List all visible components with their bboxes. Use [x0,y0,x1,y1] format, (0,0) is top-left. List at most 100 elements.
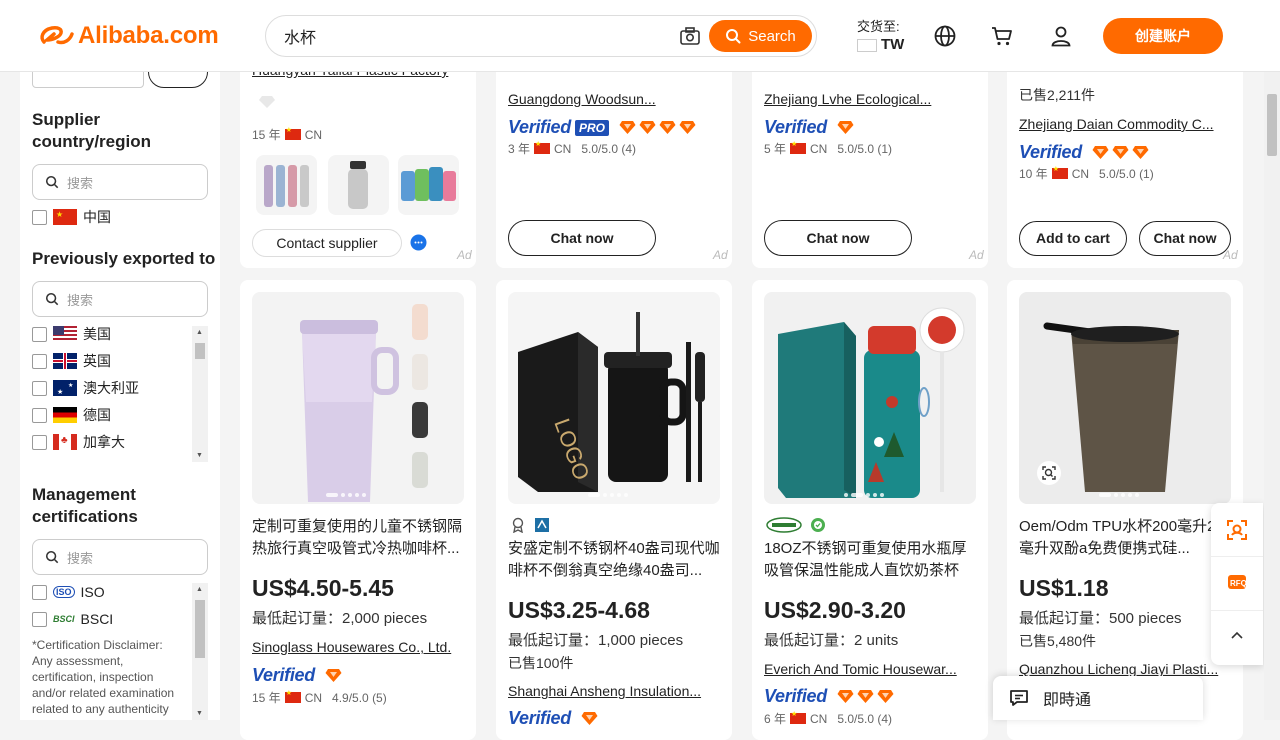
checkbox[interactable] [32,584,47,600]
supplier-link[interactable]: Zhejiang Lvhe Ecological... [764,91,974,107]
create-account-button[interactable]: 创建账户 [1103,18,1223,54]
search-input[interactable] [284,24,664,48]
certification-logo-icon [766,517,802,533]
checkbox[interactable] [32,380,47,396]
filter-option-bsci[interactable]: BSCI BSCI [32,609,113,629]
checkbox[interactable] [32,611,47,627]
verified-text-icon: Verified [508,117,571,137]
visual-search-icon[interactable] [1037,461,1061,485]
search-button[interactable]: Search [709,20,812,52]
product-card[interactable]: LOGO 安盛定制不锈钢杯40盎司现代咖啡杯不倒翁真空绝缘40盎司... US$… [496,280,732,740]
product-card[interactable]: Zhejiang Lvhe Ecological... Verified 5 年… [752,40,988,268]
supplier-link[interactable]: Quanzhou Licheng Jiayi Plasti... [1019,661,1233,677]
supplier-region-search[interactable]: 搜索 [32,164,208,200]
user-icon[interactable] [1049,24,1073,48]
product-card[interactable]: 已售2,211件 Zhejiang Daian Commodity C... V… [1007,40,1243,268]
diamond-icon [619,121,636,134]
cn-flag-icon [284,689,301,703]
verified-text-icon: Verified [508,708,571,728]
supplier-link[interactable]: Zhejiang Daian Commodity C... [1019,116,1229,132]
filter-option-label: 英国 [83,353,111,369]
rfq-icon[interactable]: RFQ [1225,570,1249,594]
instant-messenger-widget[interactable]: 即時通 [993,676,1203,720]
checkbox[interactable] [32,434,47,450]
iso-logo-icon: ISO [53,586,75,598]
exported-to-scrollbar[interactable]: ▲ ▼ [192,326,208,462]
supplier-link[interactable]: Shanghai Ansheng Insulation... [508,683,722,699]
verified-text-icon: Verified [1019,142,1082,162]
product-card[interactable]: Guangdong Woodsun... VerifiedPRO 3 年CN5.… [496,40,732,268]
certifications-scrollbar[interactable]: ▲ ▼ [192,583,208,720]
search-placeholder: 搜索 [67,292,94,308]
chat-now-button[interactable]: Chat now [764,220,912,256]
pro-badge-icon: PRO [574,119,609,136]
product-title[interactable]: 安盛定制不锈钢杯40盎司现代咖啡杯不倒翁真空绝缘40盎司... [508,538,722,582]
contact-supplier-button[interactable]: Contact supplier [252,229,402,257]
filter-option-label: BSCI [80,611,114,627]
product-card[interactable]: 18OZ不锈钢可重复使用水瓶厚吸管保温性能成人直饮奶茶杯 US$2.90-3.2… [752,280,988,740]
back-to-top-icon[interactable] [1229,627,1245,643]
checkbox[interactable] [32,326,47,342]
thumbnail-image[interactable] [398,155,459,215]
floating-tools-panel: RFQ [1211,503,1263,665]
ad-label: Ad [1223,248,1238,262]
chat-now-button[interactable]: Chat now [508,220,656,256]
chat-now-button[interactable]: Chat now [1139,221,1231,256]
product-title[interactable]: Oem/Odm TPU水杯200毫升250毫升双酚a免费便携式硅... [1019,516,1233,560]
supplier-link[interactable]: Sinoglass Housewares Co., Ltd. [252,639,466,655]
product-price: US$1.18 [1019,575,1109,601]
min-order-input[interactable] [32,72,144,88]
search-placeholder: 搜索 [67,175,94,191]
min-order-quantity: 最低起订量：500 pieces [1019,610,1182,627]
verified-text-icon: Verified [252,665,315,685]
filter-option-germany[interactable]: 德国 [32,405,111,425]
alibaba-logo[interactable]: Alibaba.com [38,22,219,50]
filter-option-iso[interactable]: ISO ISO [32,582,105,602]
product-image[interactable] [252,292,464,504]
diamond-icon [877,690,894,703]
certifications-search[interactable]: 搜索 [32,539,208,575]
product-title[interactable]: 定制可重复使用的儿童不锈钢隔热旅行真空吸管式冷热咖啡杯... [252,516,466,560]
image-scan-icon[interactable] [1225,518,1249,542]
thumbnail-image[interactable] [328,155,389,215]
verified-badge: Verified PRO [508,117,696,138]
add-to-cart-button[interactable]: Add to cart [1019,221,1127,256]
checkbox[interactable] [32,407,47,423]
product-image[interactable]: LOGO [508,292,720,504]
filter-option-us[interactable]: 美国 [32,324,111,344]
product-card[interactable]: Oem/Odm TPU水杯200毫升250毫升双酚a免费便携式硅... US$1… [1007,280,1243,740]
page-scrollbar[interactable] [1264,72,1280,720]
product-card[interactable]: 定制可重复使用的儿童不锈钢隔热旅行真空吸管式冷热咖啡杯... US$4.50-5… [240,280,476,740]
filter-sidebar: Supplier country/region 搜索 ★ 中国 Previousl… [20,72,220,720]
globe-icon[interactable] [933,24,957,48]
min-order-quantity: 最低起订量：2 units [764,632,899,649]
product-image[interactable] [764,292,976,504]
checkbox[interactable] [32,209,47,225]
diamond-icon [1112,146,1129,159]
supplier-meta: 6 年CN5.0/5.0 (4) [764,710,892,727]
ship-to-selector[interactable]: 交货至: TW [857,18,904,54]
supplier-link[interactable]: Everich And Tomic Housewar... [764,661,978,677]
checkbox[interactable] [32,353,47,369]
exported-to-search[interactable]: 搜索 [32,281,208,317]
filter-option-uk[interactable]: 英国 [32,351,111,371]
certification-disclaimer: *Certification Disclaimer: Any assessmen… [32,638,175,716]
thumbnail-image[interactable] [256,155,317,215]
ok-button[interactable] [148,72,208,88]
cn-flag-icon [284,126,301,140]
filter-option-label: 加拿大 [83,434,125,450]
image-search-icon[interactable] [679,26,701,46]
cart-icon[interactable] [990,24,1014,48]
filter-option-canada[interactable]: ♣ 加拿大 [32,432,125,452]
svg-text:RFQ: RFQ [1230,579,1247,588]
product-card[interactable]: Huangyan Yaliai Plastic Factory 15 年CN C… [240,40,476,268]
chat-bubble-icon[interactable] [410,234,427,251]
supplier-meta: 3 年CN5.0/5.0 (4) [508,140,636,157]
product-title[interactable]: 18OZ不锈钢可重复使用水瓶厚吸管保温性能成人直饮奶茶杯 [764,538,978,582]
sold-count: 已售100件 [508,655,574,671]
certification-icons [766,517,826,533]
filter-option-australia[interactable]: ★ ★ 澳大利亚 [32,378,139,398]
verified-text-icon: Verified [764,686,827,706]
filter-option-china[interactable]: ★ 中国 [32,207,111,227]
supplier-link[interactable]: Guangdong Woodsun... [508,91,718,107]
